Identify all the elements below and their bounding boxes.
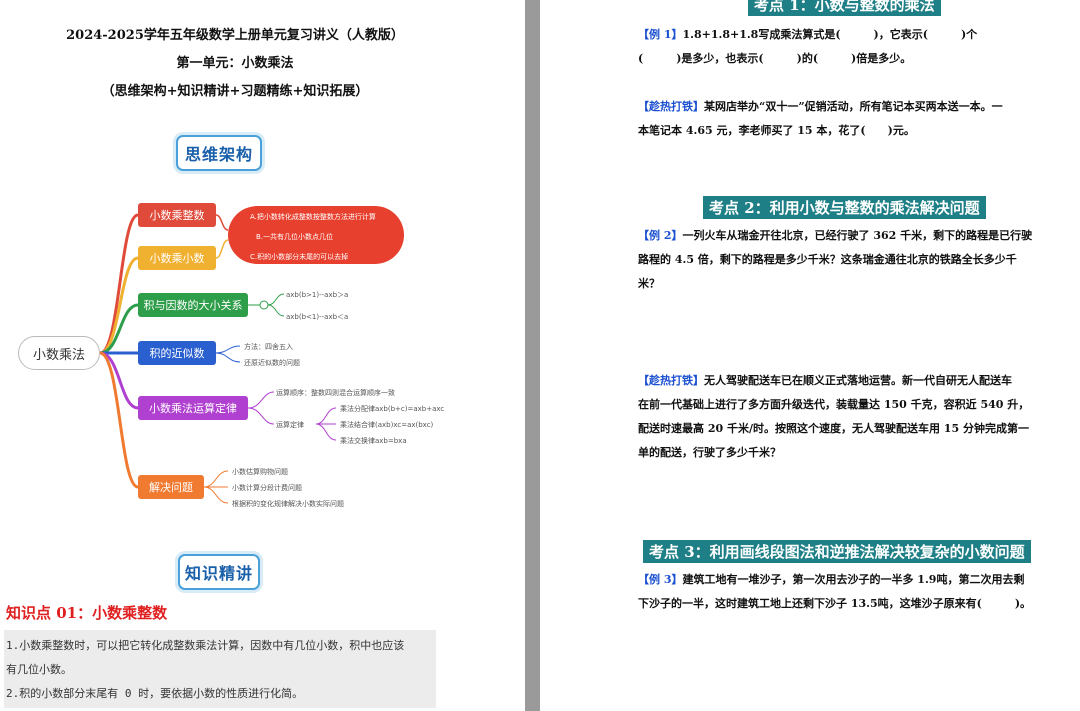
- practice-text: 本笔记本 4.65 元，李老师买了 15 本，花了( )元。: [638, 124, 915, 137]
- knowledge-point-title: 知识点 01：小数乘整数: [6, 604, 168, 622]
- purple-law-label: 运算定律: [276, 421, 304, 429]
- purple-order-leaf: 运算顺序：整数四则混合运算顺序一致: [276, 389, 395, 397]
- example-text: 下沙子的一半，这时建筑工地上还剩下沙子 13.5吨，这堆沙子原来有( )。: [638, 597, 1032, 610]
- example-tag: 【例 2】: [638, 229, 683, 242]
- blue-leaf: 还原近似数的问题: [244, 359, 300, 367]
- practice-text: 无人驾驶配送车已在顺义正式落地运营。新一代自研无人配送车: [704, 374, 1012, 387]
- knowledge-badge: 知识精讲: [178, 554, 260, 590]
- practice-text: 在前一代基础上进行了多方面升级迭代，装载量达 150 千克，容积近 540 升，: [638, 398, 1030, 411]
- subtitle: （思维架构+知识精讲+习题精练+知识拓展）: [101, 84, 369, 99]
- exam-point-2-heading: 考点 2：利用小数与整数的乘法解决问题: [703, 196, 986, 219]
- practice-tag: 【趁热打铁】: [638, 100, 704, 113]
- example-text: ( )是多少，也表示( )的( )倍是多少。: [638, 52, 912, 65]
- green-leaf: axb(b>1)--axb＞a: [286, 291, 349, 299]
- mindmap-center-node: 小数乘法: [18, 336, 100, 370]
- right-document-page: 考点 1：小数与整数的乘法 【例 1】1.8+1.8+1.8写成乘法算式是( )…: [540, 0, 1080, 711]
- example-text: 一列火车从瑞金开往北京，已经行驶了 362 千米，剩下的路程是已行驶: [682, 229, 1033, 242]
- practice-text: 单的配送，行驶了多少千米？: [638, 446, 781, 459]
- knowledge-point-line: 2.积的小数部分末尾有 0 时，要依据小数的性质进行化简。: [6, 687, 304, 700]
- left-document-page: 2024-2025学年五年级数学上册单元复习讲义（人教版） 第一单元：小数乘法 …: [0, 0, 525, 711]
- branch-problem-solving: 解决问题: [138, 475, 204, 499]
- example-text: 米？: [638, 277, 660, 290]
- exam-point-1-heading: 考点 1：小数与整数的乘法: [748, 0, 941, 16]
- purple-law-leaf: 乘法结合律(axb)xc=ax(bxc): [340, 421, 434, 429]
- document-title: 2024-2025学年五年级数学上册单元复习讲义（人教版）: [66, 28, 404, 43]
- practice-text: 配送时速最高 20 千米/时。按照这个速度，无人驾驶配送车用 15 分钟完成第一: [638, 422, 1029, 435]
- practice-1: 【趁热打铁】某网店举办“双十一”促销活动，所有笔记本买两本送一本。一 本笔记本 …: [638, 95, 1066, 143]
- knowledge-point-line: 有几位小数。: [6, 663, 72, 676]
- branch-decimal-times-integer: 小数乘整数: [138, 203, 216, 227]
- practice-text: 某网店举办“双十一”促销活动，所有笔记本买两本送一本。一: [704, 100, 1003, 113]
- example-2: 【例 2】一列火车从瑞金开往北京，已经行驶了 362 千米，剩下的路程是已行驶 …: [638, 224, 1066, 296]
- example-tag: 【例 3】: [638, 573, 683, 586]
- example-text: 1.8+1.8+1.8写成乘法算式是( )，它表示( )个: [682, 28, 978, 41]
- example-text: 建筑工地有一堆沙子，第一次用去沙子的一半多 1.9吨，第二次用去剩: [682, 573, 1025, 586]
- orange-leaf: 根据积的变化规律解决小数实际问题: [232, 500, 344, 508]
- practice-tag: 【趁热打铁】: [638, 374, 704, 387]
- orange-leaf: 小数估算购物问题: [232, 468, 288, 476]
- branch-approximate-product: 积的近似数: [138, 341, 216, 365]
- green-leaf: axb(b<1)--axb＜a: [286, 313, 349, 321]
- branch-product-factor-relation: 积与因数的大小关系: [138, 293, 248, 317]
- orange-leaf: 小数计算分段计费问题: [232, 484, 302, 492]
- red-leaf: B.一共有几位小数点几位: [256, 233, 334, 241]
- red-leaf: A.把小数转化成整数按整数方法进行计算: [250, 213, 376, 221]
- exam-point-3-heading: 考点 3：利用画线段图法和逆推法解决较复杂的小数问题: [643, 540, 1031, 563]
- blue-leaf: 方法：四舍五入: [244, 343, 293, 351]
- red-leaf: C.积的小数部分末尾的可以去掉: [250, 253, 349, 261]
- branch-operation-laws: 小数乘法运算定律: [138, 396, 248, 420]
- knowledge-badge-label: 知识精讲: [184, 564, 253, 583]
- purple-law-leaf: 乘法交换律axb=bxa: [340, 437, 407, 445]
- example-3: 【例 3】建筑工地有一堆沙子，第一次用去沙子的一半多 1.9吨，第二次用去剩 下…: [638, 568, 1074, 616]
- branch-decimal-times-decimal: 小数乘小数: [138, 246, 216, 270]
- example-tag: 【例 1】: [638, 28, 683, 41]
- purple-law-leaf: 乘法分配律axb(b+c)=axb+axc: [340, 405, 445, 413]
- mindmap-badge: 思维架构: [176, 135, 262, 171]
- example-1: 【例 1】1.8+1.8+1.8写成乘法算式是( )，它表示( )个 ( )是多…: [638, 23, 1066, 71]
- mindmap-badge-label: 思维架构: [184, 145, 253, 164]
- unit-title: 第一单元：小数乘法: [176, 56, 294, 71]
- knowledge-point-line: 1.小数乘整数时，可以把它转化成整数乘法计算，因数中有几位小数，积中也应该: [6, 639, 405, 652]
- example-text: 路程的 4.5 倍，剩下的路程是多少千米？这条瑞金通往北京的铁路全长多少千: [638, 253, 1017, 266]
- practice-2: 【趁热打铁】无人驾驶配送车已在顺义正式落地运营。新一代自研无人配送车 在前一代基…: [638, 369, 1066, 465]
